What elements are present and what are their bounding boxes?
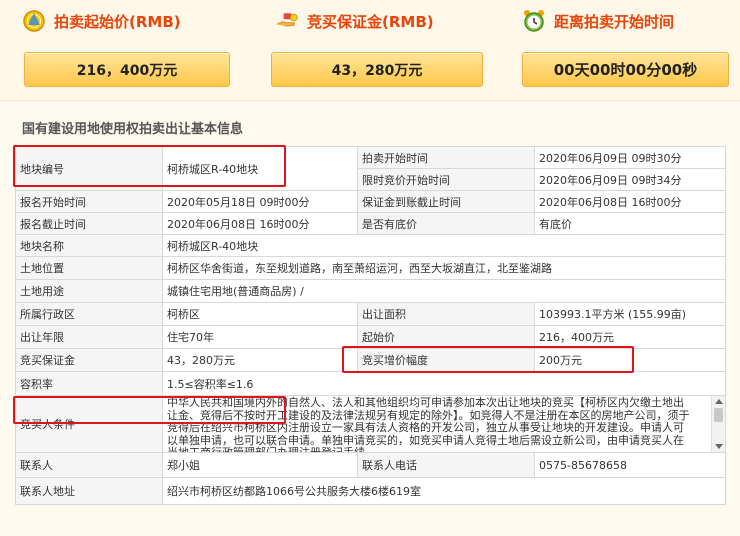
basic-info-table: 地块编号 柯桥城区R-40地块 拍卖开始时间 2020年06月09日 09时30… bbox=[15, 146, 726, 505]
phone-value: 0575-85678658 bbox=[534, 452, 726, 478]
buyer-cell: 中华人民共和国境内外的自然人、法人和其他组织均可申请参加本次出让地块的竞买【柯桥… bbox=[162, 395, 726, 453]
start-price-block: 拍卖起始价(RMB) 216，400万元 bbox=[12, 0, 242, 87]
scroll-down-arrow-icon[interactable] bbox=[715, 444, 723, 449]
plot-no-label: 地块编号 bbox=[15, 146, 163, 191]
buyer-scrollbar[interactable] bbox=[711, 396, 725, 452]
location-label: 土地位置 bbox=[15, 256, 163, 280]
start-price-value: 216，400万元 bbox=[24, 52, 230, 87]
area-label: 出让面积 bbox=[357, 302, 535, 326]
increment-label: 竞买增价幅度 bbox=[357, 348, 535, 372]
term-label: 出让年限 bbox=[15, 325, 163, 349]
deposit-title: 竞买保证金(RMB) bbox=[307, 12, 434, 31]
scroll-up-arrow-icon[interactable] bbox=[715, 399, 723, 404]
plot-no-value: 柯桥城区R-40地块 bbox=[162, 146, 358, 191]
phone-label: 联系人电话 bbox=[357, 452, 535, 478]
limited-start-value: 2020年06月09日 09时34分 bbox=[534, 168, 726, 191]
countdown-value: 00天00时00分00秒 bbox=[522, 52, 729, 87]
countdown-title: 距离拍卖开始时间 bbox=[554, 12, 675, 31]
start-price-label: 起始价 bbox=[357, 325, 535, 349]
limited-start-label: 限时竞价开始时间 bbox=[357, 168, 535, 191]
contact-value: 郑小姐 bbox=[162, 452, 358, 478]
usage-value: 城镇住宅用地(普通商品房) / bbox=[162, 279, 726, 303]
deposit-deadline-label: 保证金到账截止时间 bbox=[357, 190, 535, 213]
address-value: 绍兴市柯桥区纺都路1066号公共服务大楼6楼619室 bbox=[162, 477, 726, 505]
buyer-label: 竞买人条件 bbox=[15, 395, 163, 453]
location-value: 柯桥区华舍街道，东至规划道路，南至萧绍运河，西至大坂湖直江，北至鉴湖路 bbox=[162, 256, 726, 280]
contact-label: 联系人 bbox=[15, 452, 163, 478]
auction-start-value: 2020年06月09日 09时30分 bbox=[534, 146, 726, 169]
address-label: 联系人地址 bbox=[15, 477, 163, 505]
gold-coin-icon bbox=[23, 10, 45, 32]
deposit-deadline-value: 2020年06月08日 16时00分 bbox=[534, 190, 726, 213]
plot-name-label: 地块名称 bbox=[15, 234, 163, 257]
reg-start-label: 报名开始时间 bbox=[15, 190, 163, 213]
district-label: 所属行政区 bbox=[15, 302, 163, 326]
term-value: 住宅70年 bbox=[162, 325, 358, 349]
far-value: 1.5≤容积率≤1.6 bbox=[162, 371, 726, 396]
reg-end-label: 报名截止时间 bbox=[15, 212, 163, 235]
deposit-block: 竞买保证金(RMB) 43，280万元 bbox=[265, 0, 495, 87]
section-title: 国有建设用地使用权拍卖出让基本信息 bbox=[22, 122, 244, 137]
countdown-block: 距离拍卖开始时间 00天00时00分00秒 bbox=[522, 0, 740, 87]
district-value: 柯桥区 bbox=[162, 302, 358, 326]
start-price-row-value: 216，400万元 bbox=[534, 325, 726, 349]
deposit-row-value: 43，280万元 bbox=[162, 348, 358, 372]
plot-name-value: 柯桥城区R-40地块 bbox=[162, 234, 726, 257]
usage-label: 土地用途 bbox=[15, 279, 163, 303]
far-label: 容积率 bbox=[15, 371, 163, 396]
reg-end-value: 2020年06月08日 16时00分 bbox=[162, 212, 358, 235]
buyer-conditions-text[interactable]: 中华人民共和国境内外的自然人、法人和其他组织均可申请参加本次出让地块的竞买【柯桥… bbox=[164, 397, 696, 452]
scroll-thumb[interactable] bbox=[714, 408, 723, 422]
deposit-label: 竞买保证金 bbox=[15, 348, 163, 372]
hand-money-icon bbox=[276, 13, 298, 27]
alarm-clock-icon bbox=[524, 10, 544, 32]
deposit-value: 43，280万元 bbox=[271, 52, 483, 87]
start-price-title: 拍卖起始价(RMB) bbox=[54, 12, 181, 31]
reg-start-value: 2020年05月18日 09时00分 bbox=[162, 190, 358, 213]
reserve-value: 有底价 bbox=[534, 212, 726, 235]
summary-panel: 拍卖起始价(RMB) 216，400万元 竞买保证金(RMB) 43，280万元… bbox=[0, 0, 740, 100]
increment-value: 200万元 bbox=[534, 348, 726, 372]
area-value: 103993.1平方米 (155.99亩) bbox=[534, 302, 726, 326]
auction-start-label: 拍卖开始时间 bbox=[357, 146, 535, 169]
divider bbox=[0, 100, 740, 101]
reserve-label: 是否有底价 bbox=[357, 212, 535, 235]
